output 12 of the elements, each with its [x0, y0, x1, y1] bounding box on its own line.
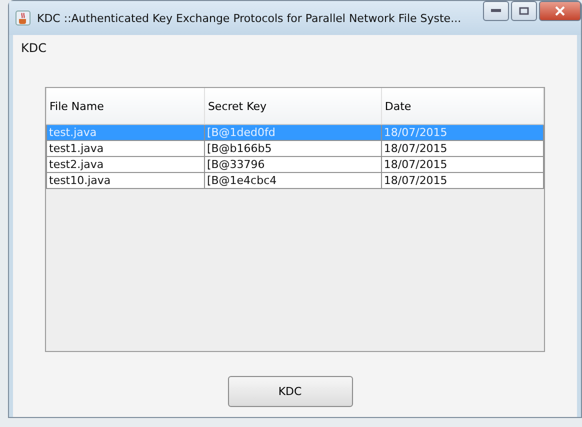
table-cell: [B@1e4cbc4: [204, 172, 382, 188]
column-header[interactable]: File Name: [46, 88, 204, 124]
table-row[interactable]: test10.java [B@1e4cbc4 18/07/2015: [46, 172, 544, 188]
column-header[interactable]: Date: [381, 88, 544, 124]
window-title: KDC ::Authenticated Key Exchange Protocols for Parallel Network File Syste...: [37, 12, 462, 24]
panel-title: KDC: [20, 40, 48, 57]
table-cell: 18/07/2015: [381, 172, 544, 188]
table-row[interactable]: test1.java [B@b166b5 18/07/2015: [46, 140, 544, 156]
kdc-button[interactable]: KDC: [228, 376, 352, 407]
table-row[interactable]: test2.java [B@33796 18/07/2015: [46, 156, 544, 172]
table-cell: test10.java: [46, 172, 204, 188]
column-header[interactable]: Secret Key: [204, 88, 382, 124]
